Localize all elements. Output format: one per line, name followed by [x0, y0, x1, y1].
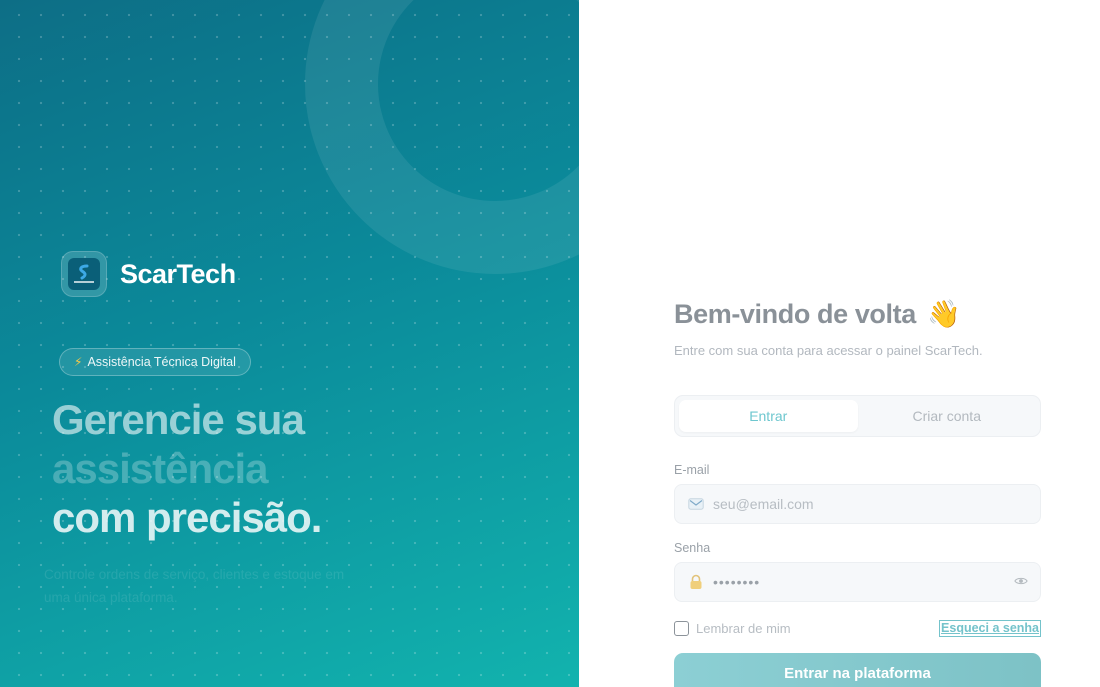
lightning-icon: ⚡ — [74, 355, 83, 369]
form-options-row: Lembrar de mim Esqueci a senha — [674, 618, 1041, 638]
hero-panel: ScarTech ⚡ Assistência Técnica Digital G… — [0, 0, 579, 687]
password-input[interactable] — [713, 574, 1028, 590]
waving-hand-icon: 👋 — [926, 299, 961, 329]
tab-signup[interactable]: Criar conta — [858, 400, 1037, 432]
page-subtitle: Entre com sua conta para acessar o paine… — [674, 343, 983, 358]
headline-line-1: Gerencie sua — [52, 396, 305, 443]
email-input[interactable] — [713, 496, 1028, 512]
remember-me[interactable]: Lembrar de mim — [674, 620, 791, 636]
email-field-wrapper — [674, 484, 1041, 524]
tab-login[interactable]: Entrar — [679, 400, 858, 432]
brand-logo-icon — [61, 251, 107, 297]
submit-button[interactable]: Entrar na plataforma — [674, 653, 1041, 687]
headline-line-2: assistência — [52, 445, 269, 492]
brand: ScarTech — [61, 251, 236, 297]
forgot-password-link[interactable]: Esqueci a senha — [939, 619, 1041, 637]
headline-line-3: com precisão. — [52, 494, 322, 541]
remember-label: Lembrar de mim — [696, 620, 791, 636]
password-label: Senha — [674, 541, 711, 555]
title-text: Bem-vindo de volta — [674, 299, 916, 329]
email-label: E-mail — [674, 463, 710, 477]
lock-icon — [687, 574, 705, 590]
auth-tabs: Entrar Criar conta — [674, 395, 1041, 437]
hero-description: Controle ordens de serviço, clientes e e… — [44, 567, 345, 605]
remember-checkbox[interactable] — [674, 620, 689, 636]
page-title: Bem-vindo de volta 👋 — [674, 298, 961, 330]
password-field-wrapper — [674, 562, 1041, 602]
hero-headline: Gerencie sua assistência com precisão. — [52, 395, 322, 542]
login-form: Bem-vindo de volta 👋 Entre com sua conta… — [674, 0, 1041, 687]
feature-badge-label: Assistência Técnica Digital — [87, 355, 236, 369]
envelope-icon — [687, 498, 705, 510]
eye-icon[interactable] — [1014, 574, 1028, 593]
feature-badge: ⚡ Assistência Técnica Digital — [59, 348, 251, 376]
brand-name: ScarTech — [120, 258, 236, 289]
